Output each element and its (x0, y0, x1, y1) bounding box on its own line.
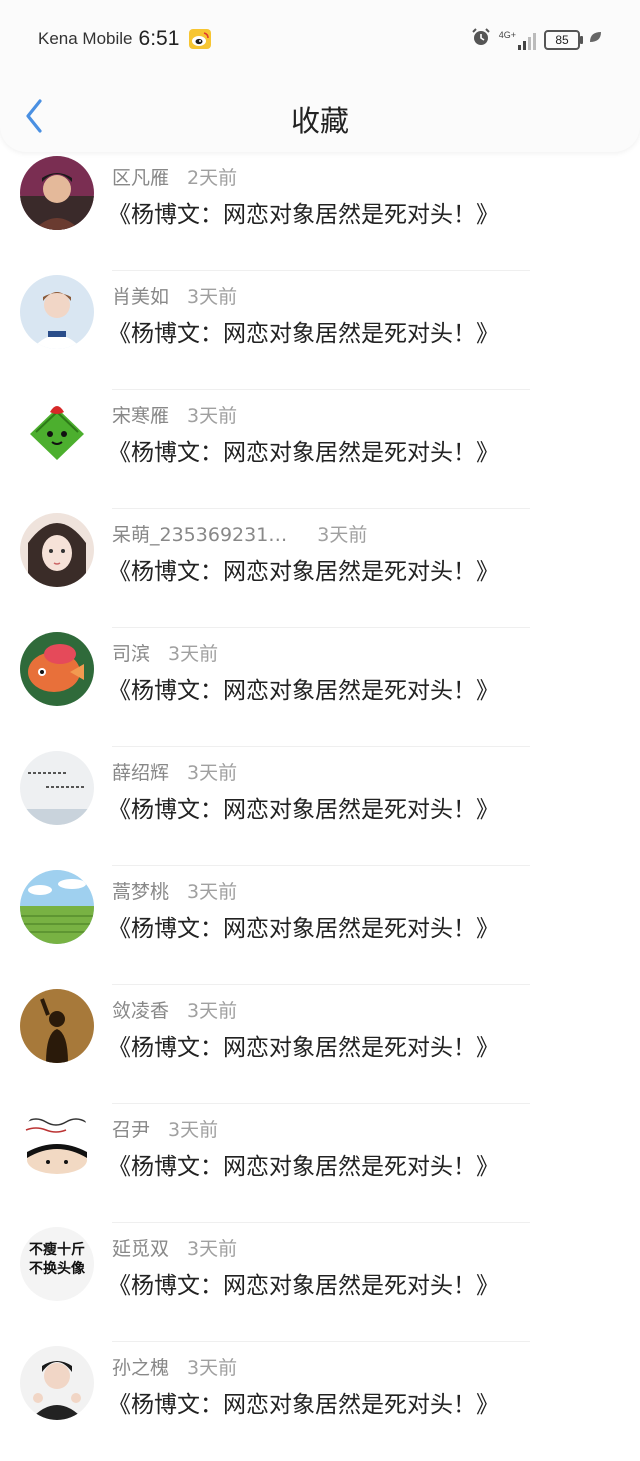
post-time: 3天前 (187, 405, 238, 427)
page-title: 收藏 (290, 104, 349, 138)
list-item[interactable]: 孙之槐 3天前 《杨博文：网恋对象居然是死对头！》 (0, 1342, 640, 1461)
post-time: 3天前 (187, 762, 238, 784)
item-meta: 蒿梦桃 3天前 (112, 877, 237, 904)
post-time: 3天前 (168, 1119, 219, 1141)
avatar[interactable]: 不瘦十斤 不换头像 (20, 1227, 94, 1301)
post-time: 3天前 (317, 524, 368, 546)
item-title[interactable]: 《杨博文：网恋对象居然是死对头！》 (108, 1147, 499, 1181)
list-item[interactable]: 蒿梦桃 3天前 《杨博文：网恋对象居然是死对头！》 (0, 866, 640, 985)
author-name[interactable]: 孙之槐 (112, 1357, 169, 1379)
carrier-name: Kena Mobile (38, 29, 133, 48)
list-item[interactable]: 区凡雁 2天前 《杨博文：网恋对象居然是死对头！》 (0, 152, 640, 271)
author-name[interactable]: 蒿梦桃 (112, 881, 169, 903)
list-item[interactable]: 召尹 3天前 《杨博文：网恋对象居然是死对头！》 (0, 1104, 640, 1223)
item-meta: 区凡雁 2天前 (112, 163, 237, 190)
item-title[interactable]: 《杨博文：网恋对象居然是死对头！》 (108, 433, 499, 467)
item-title[interactable]: 《杨博文：网恋对象居然是死对头！》 (108, 1385, 499, 1419)
item-meta: 肖美如 3天前 (112, 282, 237, 309)
post-time: 3天前 (187, 881, 238, 903)
item-title[interactable]: 《杨博文：网恋对象居然是死对头！》 (108, 1028, 499, 1062)
author-name[interactable]: 宋寒雁 (112, 405, 169, 427)
avatar[interactable] (20, 751, 94, 825)
status-bar-right: 4G+ 85 (471, 27, 602, 52)
item-meta: 薛绍辉 3天前 (112, 758, 237, 785)
list-item[interactable]: 薛绍辉 3天前 《杨博文：网恋对象居然是死对头！》 (0, 747, 640, 866)
post-time: 3天前 (187, 1000, 238, 1022)
item-meta: 孙之槐 3天前 (112, 1353, 237, 1380)
author-name[interactable]: 呆萌_235369231… (112, 524, 287, 546)
post-time: 2天前 (187, 167, 238, 189)
alarm-icon (471, 27, 491, 52)
leaf-icon (588, 30, 602, 49)
avatar[interactable] (20, 1108, 94, 1182)
list-item[interactable]: 宋寒雁 3天前 《杨博文：网恋对象居然是死对头！》 (0, 390, 640, 509)
avatar[interactable] (20, 870, 94, 944)
avatar[interactable] (20, 394, 94, 468)
avatar-text-line: 不换头像 (29, 1261, 85, 1277)
item-title[interactable]: 《杨博文：网恋对象居然是死对头！》 (108, 909, 499, 943)
avatar[interactable] (20, 156, 94, 230)
post-time: 3天前 (168, 643, 219, 665)
author-name[interactable]: 延觅双 (112, 1238, 169, 1260)
avatar[interactable] (20, 989, 94, 1063)
avatar[interactable] (20, 1346, 94, 1420)
item-meta: 敛凌香 3天前 (112, 996, 237, 1023)
author-name[interactable]: 司滨 (112, 643, 150, 665)
item-title[interactable]: 《杨博文：网恋对象居然是死对头！》 (108, 314, 499, 348)
item-meta: 召尹 3天前 (112, 1115, 218, 1142)
list-item[interactable]: 呆萌_235369231… 3天前 《杨博文：网恋对象居然是死对头！》 (0, 509, 640, 628)
item-title[interactable]: 《杨博文：网恋对象居然是死对头！》 (108, 790, 499, 824)
avatar[interactable] (20, 632, 94, 706)
author-name[interactable]: 召尹 (112, 1119, 150, 1141)
avatar[interactable] (20, 275, 94, 349)
item-title[interactable]: 《杨博文：网恋对象居然是死对头！》 (108, 1266, 499, 1300)
network-type: 4G+ (498, 29, 516, 40)
post-time: 3天前 (187, 1357, 238, 1379)
item-meta: 呆萌_235369231… 3天前 (112, 520, 367, 547)
item-title[interactable]: 《杨博文：网恋对象居然是死对头！》 (108, 195, 499, 229)
list-item[interactable]: 敛凌香 3天前 《杨博文：网恋对象居然是死对头！》 (0, 985, 640, 1104)
author-name[interactable]: 肖美如 (112, 286, 169, 308)
list-item[interactable]: 司滨 3天前 《杨博文：网恋对象居然是死对头！》 (0, 628, 640, 747)
list-item[interactable]: 不瘦十斤 不换头像 延觅双 3天前 《杨博文：网恋对象居然是死对头！》 (0, 1223, 640, 1342)
item-meta: 延觅双 3天前 (112, 1234, 237, 1261)
status-time: 6:51 (138, 27, 180, 50)
item-meta: 司滨 3天前 (112, 639, 218, 666)
post-time: 3天前 (187, 286, 238, 308)
list-item[interactable]: 肖美如 3天前 《杨博文：网恋对象居然是死对头！》 (0, 271, 640, 390)
post-time: 3天前 (187, 1238, 238, 1260)
weibo-icon (189, 29, 212, 49)
avatar[interactable] (20, 513, 94, 587)
item-title[interactable]: 《杨博文：网恋对象居然是死对头！》 (108, 671, 499, 705)
status-bar-left: Kena Mobile 6:51 (38, 27, 212, 51)
item-meta: 宋寒雁 3天前 (112, 401, 237, 428)
signal-icon: 4G+ (499, 30, 536, 50)
top-bar: Kena Mobile 6:51 4G+ 85 收藏 (0, 0, 640, 152)
avatar-text-line: 不瘦十斤 (29, 1242, 85, 1258)
item-title[interactable]: 《杨博文：网恋对象居然是死对头！》 (108, 552, 499, 586)
author-name[interactable]: 敛凌香 (112, 1000, 169, 1022)
author-name[interactable]: 薛绍辉 (112, 762, 169, 784)
author-name[interactable]: 区凡雁 (112, 167, 169, 189)
battery-indicator: 85 (544, 29, 583, 50)
